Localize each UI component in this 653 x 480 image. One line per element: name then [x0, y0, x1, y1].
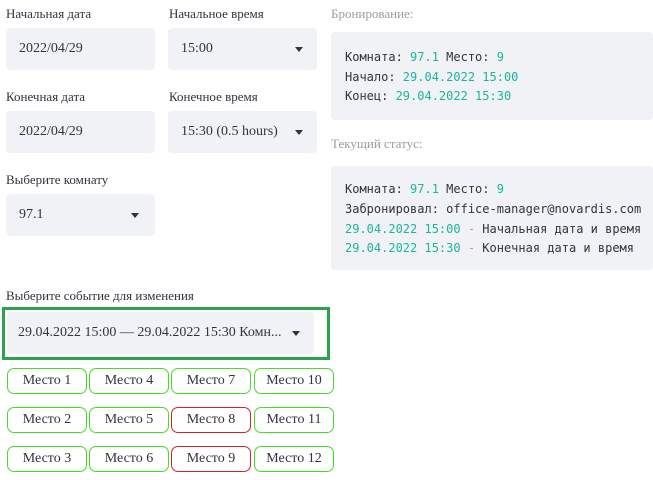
seat-button[interactable]: Место 8 [171, 407, 251, 433]
seat-button[interactable]: Место 11 [254, 407, 334, 433]
start-time-select[interactable]: 15:00 [168, 28, 317, 70]
seat-button[interactable]: Место 1 [7, 368, 87, 394]
seat-button[interactable]: Место 5 [89, 407, 169, 433]
room-value: 97.1 [19, 207, 44, 222]
seat-button[interactable]: Место 12 [254, 446, 334, 472]
status-room-line: Комната: 97.1 Место: 9 [345, 182, 504, 196]
status-start-line: 29.04.2022 15:00 - Начальная дата и врем… [345, 222, 642, 236]
booking-caption: Бронирование: [331, 6, 414, 21]
start-time-value: 15:00 [181, 41, 213, 56]
start-date-label: Начальная дата [6, 6, 92, 21]
start-date-input[interactable]: 2022/04/29 [6, 28, 155, 70]
booking-panel: Комната: 97.1 Место: 9 Начало: 29.04.202… [331, 32, 653, 120]
status-caption: Текущий статус: [331, 136, 423, 151]
event-select[interactable]: 29.04.2022 15:00 — 29.04.2022 15:30 Комн… [7, 312, 314, 354]
seat-button[interactable]: Место 9 [171, 446, 251, 472]
status-panel: Комната: 97.1 Место: 9 Забронировал: off… [331, 166, 653, 270]
event-value: 29.04.2022 15:00 — 29.04.2022 15:30 Комн… [18, 325, 282, 340]
seat-button[interactable]: Место 3 [7, 446, 87, 472]
end-date-label: Конечная дата [6, 89, 86, 104]
room-label: Выберите комнату [6, 172, 109, 187]
start-date-value: 2022/04/29 [19, 41, 83, 56]
seat-button[interactable]: Место 7 [171, 368, 251, 394]
chevron-down-icon [295, 130, 303, 135]
chevron-down-icon [131, 213, 139, 218]
chevron-down-icon [292, 331, 300, 336]
event-label: Выберите событие для изменения [6, 288, 194, 303]
end-time-label: Конечное время [169, 89, 258, 104]
booking-start-line: Начало: 29.04.2022 15:00 [345, 70, 519, 84]
booking-room-line: Комната: 97.1 Место: 9 [345, 50, 504, 64]
status-booked-by-line: Забронировал: office-manager@novardis.co… [345, 202, 642, 216]
seat-button[interactable]: Место 4 [89, 368, 169, 394]
end-time-select[interactable]: 15:30 (0.5 hours) [168, 111, 317, 153]
end-date-input[interactable]: 2022/04/29 [6, 111, 155, 153]
booking-end-line: Конец: 29.04.2022 15:30 [345, 89, 512, 103]
seat-button[interactable]: Место 2 [7, 407, 87, 433]
status-end-line: 29.04.2022 15:30 - Конечная дата и время [345, 241, 634, 255]
end-time-value: 15:30 (0.5 hours) [181, 124, 278, 139]
seat-button[interactable]: Место 6 [89, 446, 169, 472]
seat-button[interactable]: Место 10 [254, 368, 334, 394]
chevron-down-icon [295, 47, 303, 52]
room-select[interactable]: 97.1 [6, 194, 155, 236]
start-time-label: Начальное время [169, 6, 264, 21]
end-date-value: 2022/04/29 [19, 124, 83, 139]
